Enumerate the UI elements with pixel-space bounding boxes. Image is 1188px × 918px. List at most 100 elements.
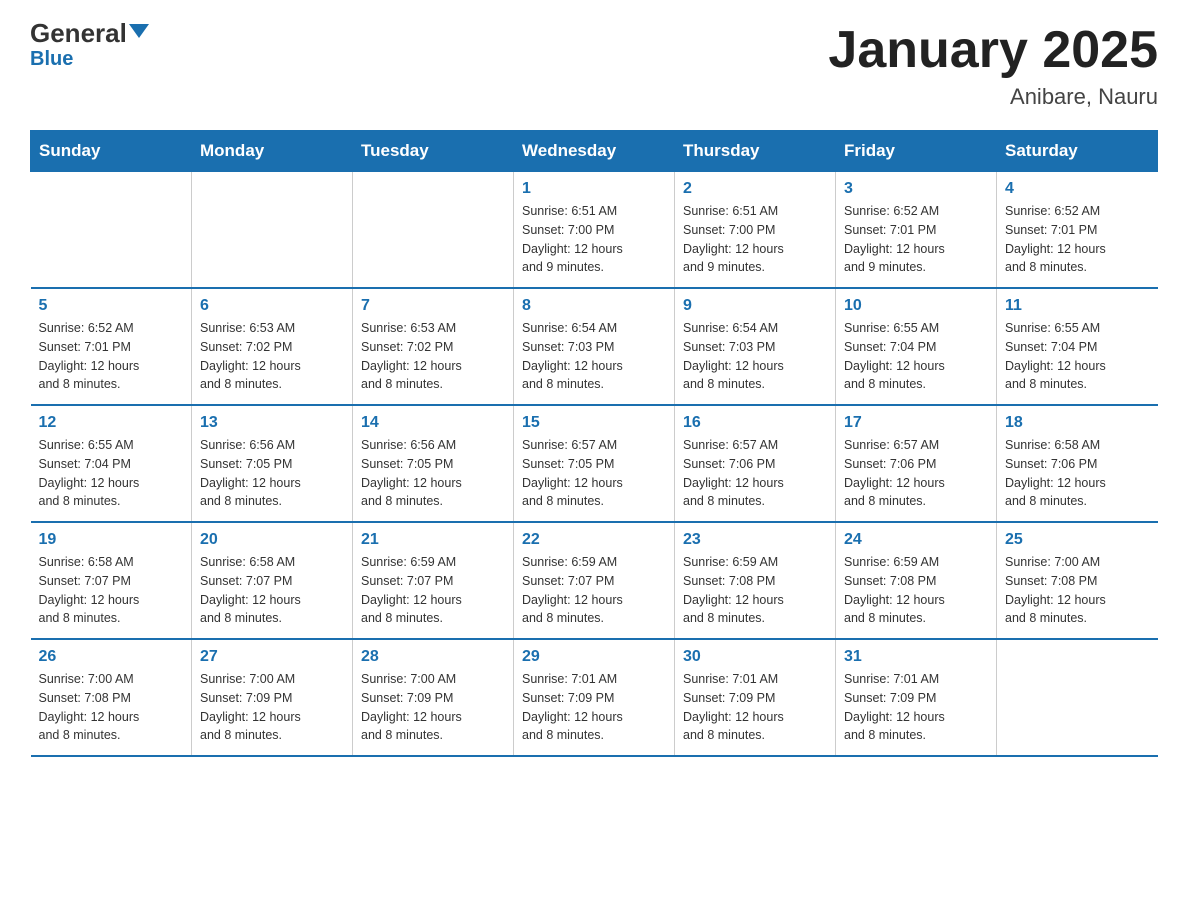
day-number: 24: [844, 531, 988, 549]
day-number: 5: [39, 297, 184, 315]
col-wednesday: Wednesday: [514, 131, 675, 172]
col-saturday: Saturday: [997, 131, 1158, 172]
day-info: Sunrise: 6:58 AMSunset: 7:07 PMDaylight:…: [200, 553, 344, 628]
day-info: Sunrise: 6:59 AMSunset: 7:08 PMDaylight:…: [844, 553, 988, 628]
table-row: 31 Sunrise: 7:01 AMSunset: 7:09 PMDayligh…: [836, 639, 997, 756]
main-title: January 2025: [828, 20, 1158, 80]
col-tuesday: Tuesday: [353, 131, 514, 172]
table-row: 30Sunrise: 7:01 AMSunset: 7:09 PMDayligh…: [675, 639, 836, 756]
table-row: 10 Sunrise: 6:55 AMSunset: 7:04 PMDayligh…: [836, 288, 997, 405]
title-block: January 2025 Anibare, Nauru: [828, 20, 1158, 110]
table-row: [31, 172, 192, 289]
day-info: Sunrise: 6:56 AMSunset: 7:05 PMDaylight:…: [361, 436, 505, 511]
calendar-table: Sunday Monday Tuesday Wednesday Thursday…: [30, 130, 1158, 757]
day-number: 16: [683, 414, 827, 432]
day-info: Sunrise: 6:57 AMSunset: 7:05 PMDaylight:…: [522, 436, 666, 511]
day-info: Sunrise: 6:55 AMSunset: 7:04 PMDaylight:…: [1005, 319, 1150, 394]
table-row: 8Sunrise: 6:54 AMSunset: 7:03 PMDaylight…: [514, 288, 675, 405]
table-row: 1 Sunrise: 6:51 AMSunset: 7:00 PMDaylight…: [514, 172, 675, 289]
table-row: 4Sunrise: 6:52 AMSunset: 7:01 PMDaylight…: [997, 172, 1158, 289]
day-info: Sunrise: 6:59 AMSunset: 7:07 PMDaylight:…: [522, 553, 666, 628]
day-number: 27: [200, 648, 344, 666]
subtitle: Anibare, Nauru: [828, 84, 1158, 110]
day-info: Sunrise: 7:01 AMSunset: 7:09 PMDaylight:…: [844, 670, 988, 745]
table-row: [192, 172, 353, 289]
table-row: 21 Sunrise: 6:59 AMSunset: 7:07 PMDayligh…: [353, 522, 514, 639]
day-number: 9: [683, 297, 827, 315]
day-info: Sunrise: 6:52 AMSunset: 7:01 PMDaylight:…: [39, 319, 184, 394]
col-friday: Friday: [836, 131, 997, 172]
day-info: Sunrise: 7:00 AMSunset: 7:08 PMDaylight:…: [1005, 553, 1150, 628]
table-row: 29 Sunrise: 7:01 AMSunset: 7:09 PMDayligh…: [514, 639, 675, 756]
day-info: Sunrise: 7:01 AMSunset: 7:09 PMDaylight:…: [683, 670, 827, 745]
day-info: Sunrise: 6:57 AMSunset: 7:06 PMDaylight:…: [683, 436, 827, 511]
day-info: Sunrise: 6:58 AMSunset: 7:07 PMDaylight:…: [39, 553, 184, 628]
day-number: 3: [844, 180, 988, 198]
table-row: 18 Sunrise: 6:58 AMSunset: 7:06 PMDayligh…: [997, 405, 1158, 522]
day-number: 12: [39, 414, 184, 432]
day-number: 11: [1005, 297, 1150, 315]
day-info: Sunrise: 6:54 AMSunset: 7:03 PMDaylight:…: [683, 319, 827, 394]
day-info: Sunrise: 6:51 AMSunset: 7:00 PMDaylight:…: [522, 202, 666, 277]
table-row: 6 Sunrise: 6:53 AMSunset: 7:02 PMDaylight…: [192, 288, 353, 405]
day-info: Sunrise: 6:55 AMSunset: 7:04 PMDaylight:…: [844, 319, 988, 394]
day-info: Sunrise: 6:59 AMSunset: 7:07 PMDaylight:…: [361, 553, 505, 628]
day-number: 15: [522, 414, 666, 432]
day-info: Sunrise: 6:52 AMSunset: 7:01 PMDaylight:…: [1005, 202, 1150, 277]
day-number: 19: [39, 531, 184, 549]
day-number: 7: [361, 297, 505, 315]
calendar-week-row: 5 Sunrise: 6:52 AMSunset: 7:01 PMDaylight…: [31, 288, 1158, 405]
col-monday: Monday: [192, 131, 353, 172]
table-row: 19 Sunrise: 6:58 AMSunset: 7:07 PMDayligh…: [31, 522, 192, 639]
day-info: Sunrise: 6:53 AMSunset: 7:02 PMDaylight:…: [200, 319, 344, 394]
day-info: Sunrise: 6:57 AMSunset: 7:06 PMDaylight:…: [844, 436, 988, 511]
day-number: 6: [200, 297, 344, 315]
day-info: Sunrise: 7:00 AMSunset: 7:08 PMDaylight:…: [39, 670, 184, 745]
day-number: 13: [200, 414, 344, 432]
day-number: 1: [522, 180, 666, 198]
day-info: Sunrise: 7:01 AMSunset: 7:09 PMDaylight:…: [522, 670, 666, 745]
day-info: Sunrise: 6:59 AMSunset: 7:08 PMDaylight:…: [683, 553, 827, 628]
day-info: Sunrise: 6:54 AMSunset: 7:03 PMDaylight:…: [522, 319, 666, 394]
logo-general: General: [30, 18, 127, 48]
col-sunday: Sunday: [31, 131, 192, 172]
table-row: 17 Sunrise: 6:57 AMSunset: 7:06 PMDayligh…: [836, 405, 997, 522]
table-row: 25 Sunrise: 7:00 AMSunset: 7:08 PMDayligh…: [997, 522, 1158, 639]
day-info: Sunrise: 6:58 AMSunset: 7:06 PMDaylight:…: [1005, 436, 1150, 511]
table-row: 20 Sunrise: 6:58 AMSunset: 7:07 PMDayligh…: [192, 522, 353, 639]
day-number: 20: [200, 531, 344, 549]
col-thursday: Thursday: [675, 131, 836, 172]
day-number: 17: [844, 414, 988, 432]
table-row: 14 Sunrise: 6:56 AMSunset: 7:05 PMDayligh…: [353, 405, 514, 522]
day-number: 25: [1005, 531, 1150, 549]
table-row: 2Sunrise: 6:51 AMSunset: 7:00 PMDaylight…: [675, 172, 836, 289]
table-row: 12Sunrise: 6:55 AMSunset: 7:04 PMDayligh…: [31, 405, 192, 522]
logo-triangle-icon: [129, 24, 149, 38]
table-row: 7Sunrise: 6:53 AMSunset: 7:02 PMDaylight…: [353, 288, 514, 405]
day-number: 23: [683, 531, 827, 549]
calendar-header-row: Sunday Monday Tuesday Wednesday Thursday…: [31, 131, 1158, 172]
day-number: 18: [1005, 414, 1150, 432]
calendar-week-row: 1 Sunrise: 6:51 AMSunset: 7:00 PMDaylight…: [31, 172, 1158, 289]
day-number: 21: [361, 531, 505, 549]
logo: General Blue: [30, 20, 149, 71]
table-row: [997, 639, 1158, 756]
table-row: 28 Sunrise: 7:00 AMSunset: 7:09 PMDayligh…: [353, 639, 514, 756]
day-info: Sunrise: 6:52 AMSunset: 7:01 PMDaylight:…: [844, 202, 988, 277]
table-row: 5 Sunrise: 6:52 AMSunset: 7:01 PMDaylight…: [31, 288, 192, 405]
day-number: 28: [361, 648, 505, 666]
calendar-week-row: 26 Sunrise: 7:00 AMSunset: 7:08 PMDayligh…: [31, 639, 1158, 756]
table-row: 24 Sunrise: 6:59 AMSunset: 7:08 PMDayligh…: [836, 522, 997, 639]
day-info: Sunrise: 7:00 AMSunset: 7:09 PMDaylight:…: [361, 670, 505, 745]
table-row: 9 Sunrise: 6:54 AMSunset: 7:03 PMDaylight…: [675, 288, 836, 405]
day-number: 14: [361, 414, 505, 432]
day-number: 10: [844, 297, 988, 315]
day-number: 31: [844, 648, 988, 666]
table-row: 26 Sunrise: 7:00 AMSunset: 7:08 PMDayligh…: [31, 639, 192, 756]
day-number: 29: [522, 648, 666, 666]
table-row: 11 Sunrise: 6:55 AMSunset: 7:04 PMDayligh…: [997, 288, 1158, 405]
table-row: 15 Sunrise: 6:57 AMSunset: 7:05 PMDayligh…: [514, 405, 675, 522]
day-number: 26: [39, 648, 184, 666]
table-row: [353, 172, 514, 289]
day-info: Sunrise: 7:00 AMSunset: 7:09 PMDaylight:…: [200, 670, 344, 745]
